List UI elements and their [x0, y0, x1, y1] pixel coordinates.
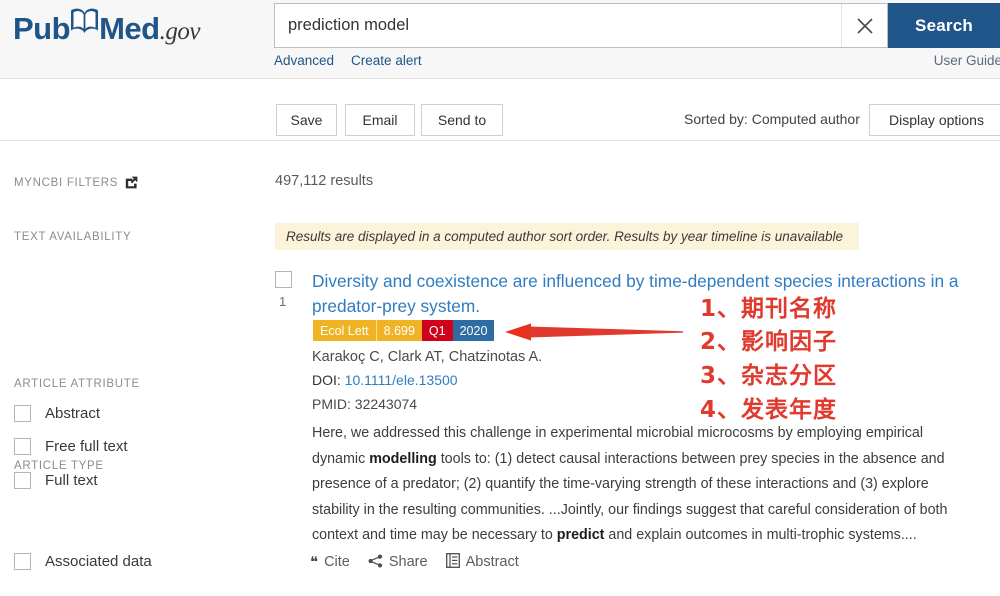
save-button[interactable]: Save	[276, 104, 337, 136]
article-type-heading: ARTICLE TYPE	[14, 460, 104, 472]
close-icon	[856, 17, 873, 34]
advanced-search-link[interactable]: Advanced	[274, 53, 334, 68]
result-title-link[interactable]: Diversity and coexistence are influenced…	[312, 269, 962, 319]
external-link-icon[interactable]	[125, 176, 138, 189]
result-abstract-snippet: Here, we addressed this challenge in exp…	[312, 425, 948, 544]
doi-link[interactable]: 10.1111/ele.13500	[345, 372, 458, 388]
badge-journal-quartile: Q1	[421, 320, 453, 341]
annotation-impact-factor: 2、影响因子	[700, 329, 838, 355]
result-actions: ❝ Cite Share Abstract	[310, 553, 519, 571]
abstract-action[interactable]: Abstract	[445, 553, 519, 571]
document-icon	[445, 553, 460, 571]
checkbox-abstract[interactable]	[14, 405, 31, 422]
myncbi-filters-label: MYNCBI FILTERS	[14, 176, 119, 189]
badge-journal-name: Ecol Lett	[313, 320, 377, 341]
display-options-button[interactable]: Display options	[869, 104, 1000, 136]
open-book-icon	[69, 8, 100, 39]
filter-associated-data[interactable]: Associated data	[14, 553, 152, 570]
pubmed-search-results-page: PubMed.gov Search Advanced Create alert …	[0, 0, 1000, 596]
doi-label: DOI:	[312, 372, 341, 388]
search-subnav: Advanced Create alert	[274, 53, 422, 68]
quote-icon: ❝	[310, 553, 319, 571]
result-select-checkbox[interactable]	[275, 271, 292, 288]
filters-sidebar: MYNCBI FILTERS TEXT AVAILABILITY Abstrac…	[0, 141, 265, 596]
logo-text-gov: .gov	[159, 18, 201, 45]
annotation-journal-name: 1、期刊名称	[700, 296, 838, 322]
results-count: 497,112 results	[275, 173, 374, 189]
myncbi-filters-heading[interactable]: MYNCBI FILTERS	[14, 176, 138, 189]
user-guide-link[interactable]: User Guide	[934, 53, 1000, 68]
logo-text-pub: Pub	[13, 11, 71, 46]
journal-metric-badges: Ecol Lett 8.699 Q1 2020	[313, 320, 495, 341]
logo-text-med: Med	[99, 11, 160, 46]
left-arrow-icon	[505, 323, 683, 341]
search-bar	[274, 3, 888, 48]
sort-order-notice: Results are displayed in a computed auth…	[275, 223, 859, 250]
result-doi: DOI: 10.1111/ele.13500	[312, 372, 458, 388]
highlighted-term: modelling	[369, 450, 437, 467]
search-input[interactable]	[275, 5, 841, 46]
cite-label: Cite	[324, 554, 350, 570]
filter-label: Associated data	[45, 553, 152, 570]
share-icon	[368, 554, 383, 571]
clear-search-button[interactable]	[841, 4, 887, 47]
filter-abstract[interactable]: Abstract	[14, 405, 100, 422]
result-authors: Karakoç C, Clark AT, Chatzinotas A.	[312, 349, 543, 365]
highlighted-term: predict	[556, 527, 605, 544]
filter-label: Full text	[45, 472, 98, 489]
annotation-publication-year: 4、发表年度	[700, 397, 838, 423]
pubmed-logo[interactable]: Pub Med .gov	[13, 8, 201, 51]
result-pmid: PMID: 32243074	[312, 396, 418, 412]
article-attribute-heading: ARTICLE ATTRIBUTE	[14, 378, 140, 390]
email-button[interactable]: Email	[345, 104, 415, 136]
filter-full-text[interactable]: Full text	[14, 472, 98, 489]
badge-impact-factor: 8.699	[376, 320, 422, 341]
create-alert-link[interactable]: Create alert	[351, 53, 422, 68]
cite-action[interactable]: ❝ Cite	[310, 554, 350, 570]
filter-label: Free full text	[45, 438, 128, 455]
badge-publication-year: 2020	[452, 320, 495, 341]
annotation-journal-quartile: 3、杂志分区	[700, 363, 838, 389]
share-label: Share	[388, 554, 428, 570]
send-to-button[interactable]: Send to	[421, 104, 503, 136]
sorted-by-label: Sorted by: Computed author	[684, 111, 860, 127]
search-button[interactable]: Search	[888, 3, 1000, 48]
filter-label: Abstract	[45, 405, 101, 422]
share-action[interactable]: Share	[368, 554, 428, 571]
filter-free-full-text[interactable]: Free full text	[14, 438, 128, 455]
site-header: PubMed.gov Search Advanced Create alert …	[0, 0, 1000, 79]
checkbox-full-text[interactable]	[14, 472, 31, 489]
abstract-label: Abstract	[465, 554, 519, 570]
text-availability-heading: TEXT AVAILABILITY	[14, 231, 132, 243]
result-index: 1	[279, 294, 287, 309]
checkbox-free-full-text[interactable]	[14, 438, 31, 455]
checkbox-associated-data[interactable]	[14, 553, 31, 570]
